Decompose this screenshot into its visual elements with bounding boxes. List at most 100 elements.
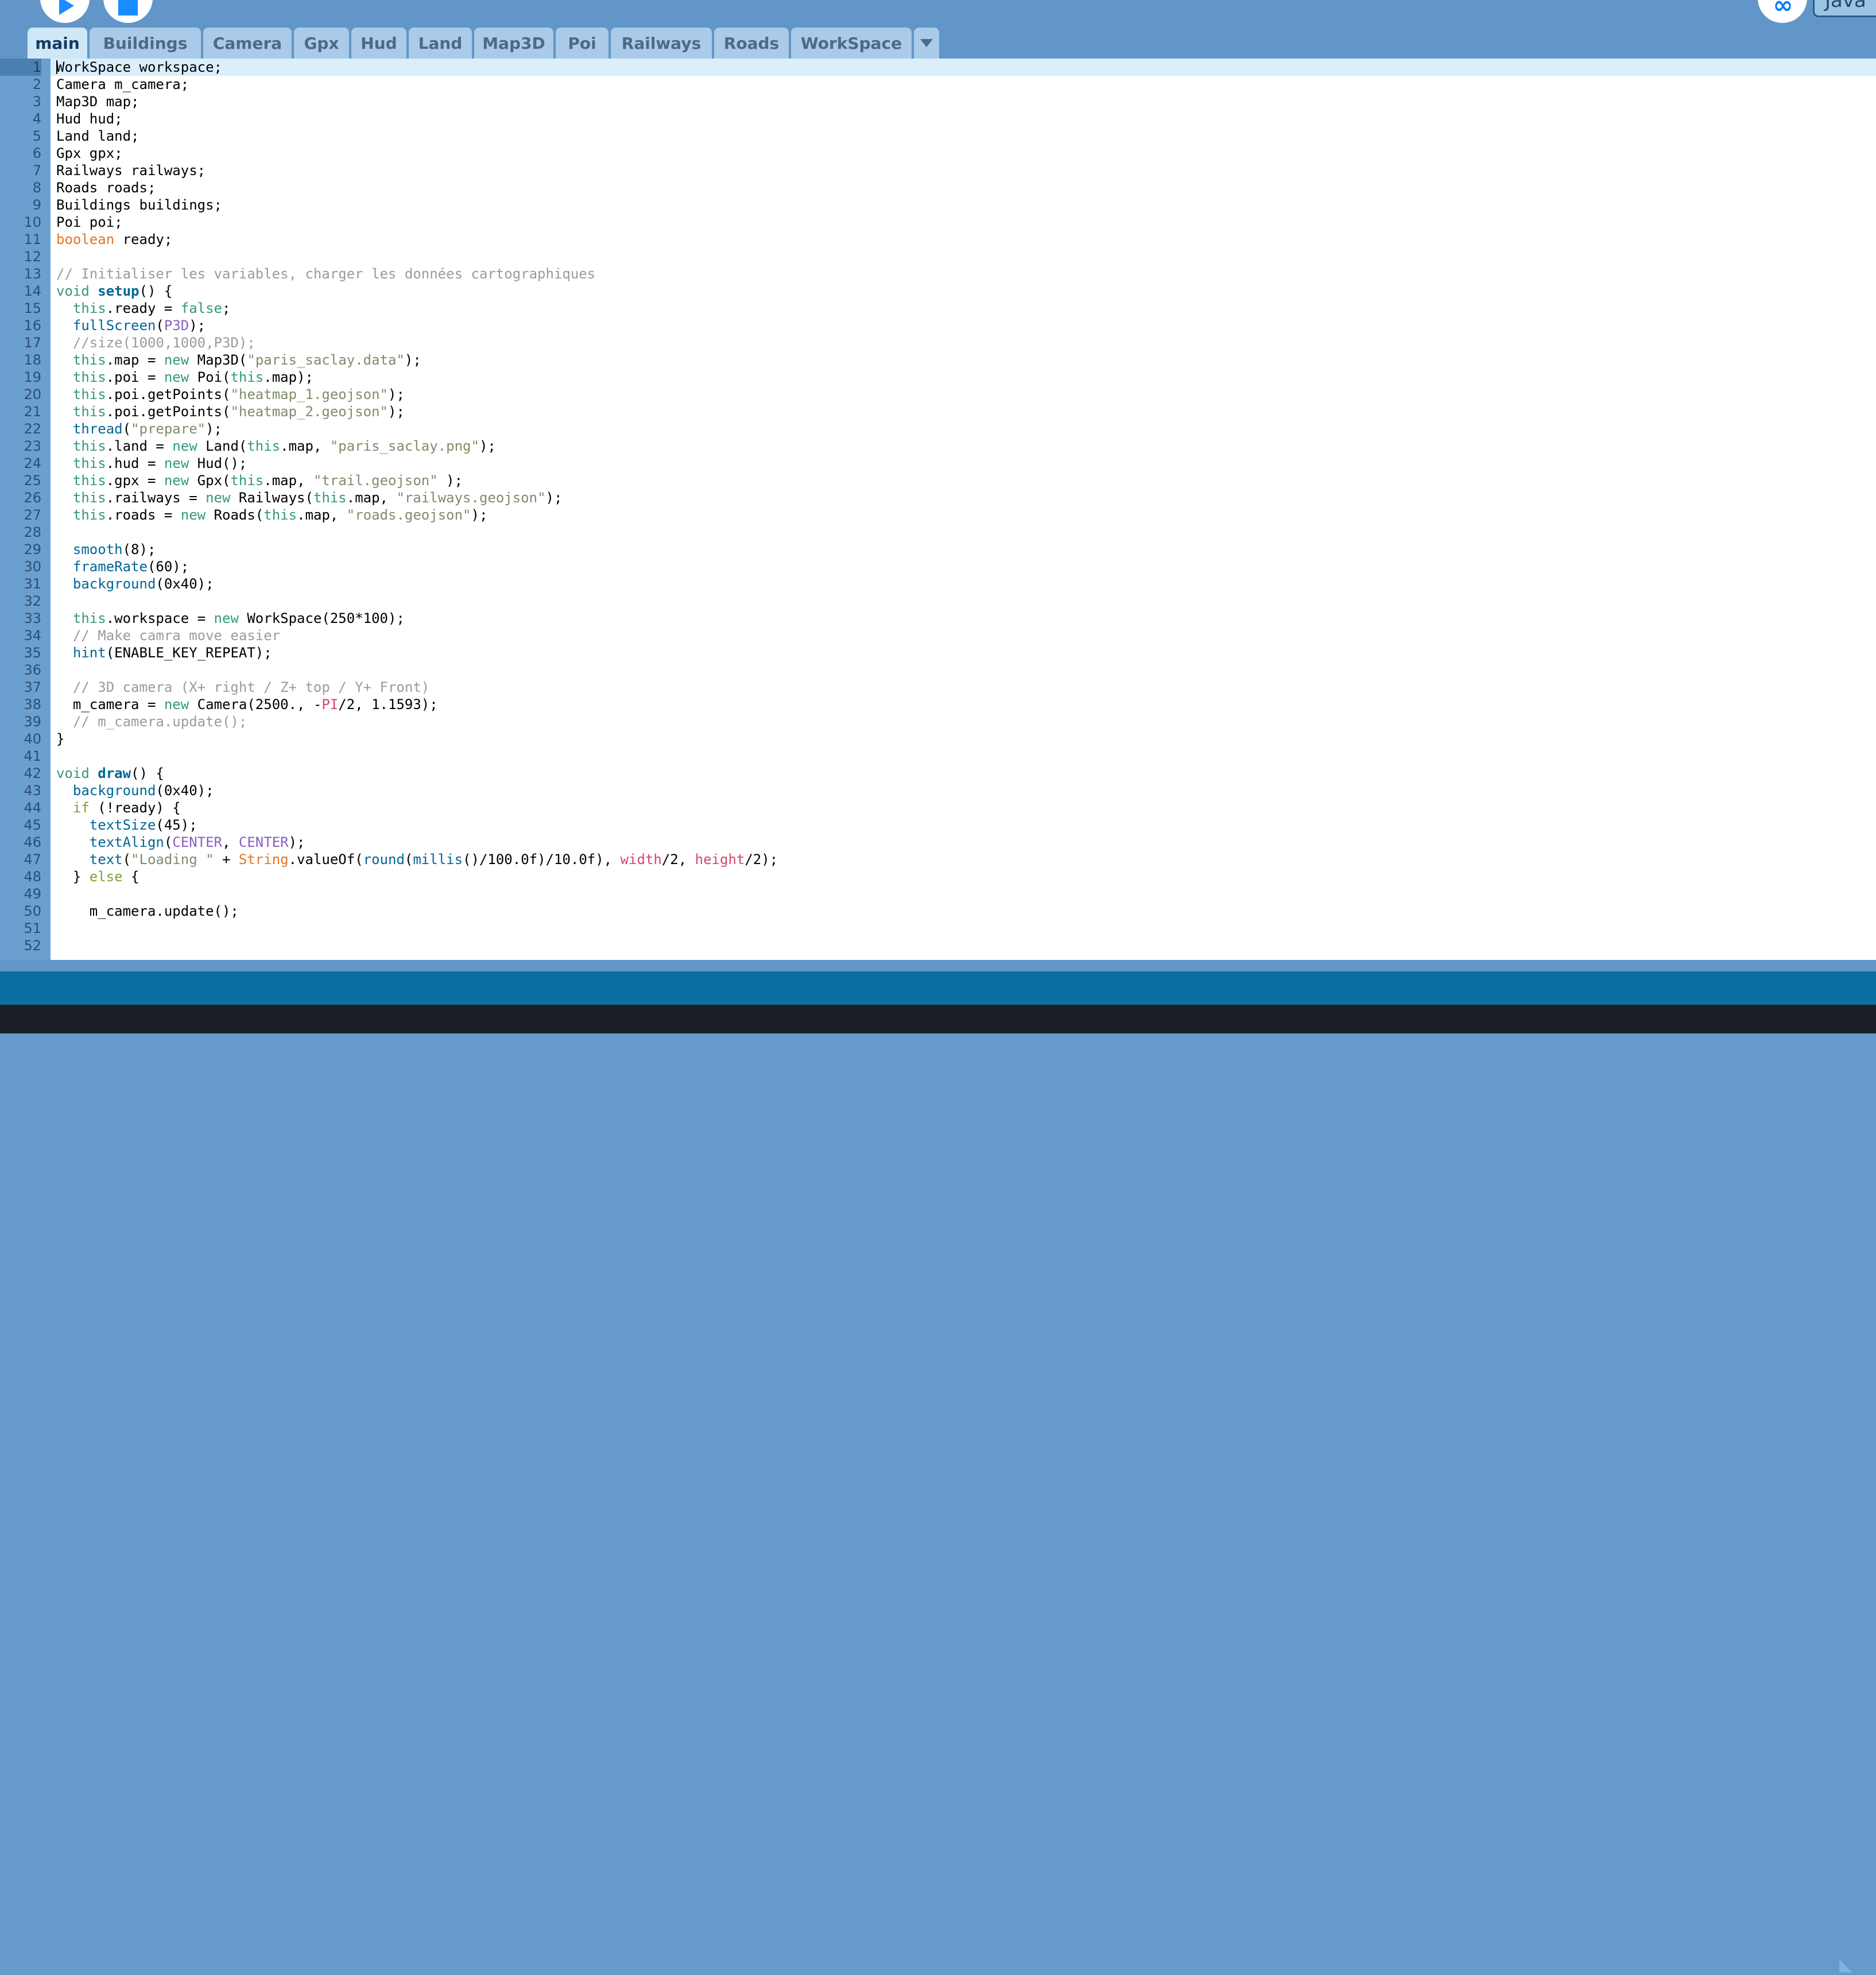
- code-line[interactable]: 40}: [24, 730, 1876, 748]
- code-token: Land land;: [56, 128, 139, 144]
- code-line[interactable]: 3 Map3D map;: [33, 93, 1876, 110]
- run-button[interactable]: [40, 0, 90, 23]
- line-number: 52: [24, 938, 41, 954]
- code-line[interactable]: 9 Buildings buildings;: [33, 196, 1876, 214]
- code-line[interactable]: 1 WorkSpace workspace;: [0, 59, 1876, 76]
- tab-overflow-button[interactable]: [914, 28, 939, 59]
- code-line[interactable]: 19 this.poi = new Poi(this.map);: [24, 369, 1876, 386]
- tab-label: Hud: [361, 33, 397, 53]
- code-line[interactable]: 52: [24, 937, 1876, 954]
- tab-buildings[interactable]: Buildings: [90, 28, 201, 59]
- code-line[interactable]: 14 void setup() {: [24, 282, 1876, 300]
- code-line[interactable]: 15 this.ready = false;: [24, 300, 1876, 317]
- code-line[interactable]: 45 textSize(45);: [24, 816, 1876, 834]
- code-token: (: [164, 834, 173, 850]
- tab-workspace[interactable]: WorkSpace: [791, 28, 912, 59]
- line-number: 45: [24, 817, 41, 833]
- tab-roads[interactable]: Roads: [714, 28, 789, 59]
- code-token: this: [72, 455, 106, 471]
- code-line[interactable]: 24 this.hud = new Hud();: [24, 455, 1876, 472]
- line-number: 49: [24, 886, 41, 902]
- code-line[interactable]: 7 Railways railways;: [33, 162, 1876, 179]
- code-token: this: [72, 352, 106, 368]
- code-line[interactable]: 35 hint(ENABLE_KEY_REPEAT);: [24, 644, 1876, 661]
- code-line[interactable]: 11 boolean ready;: [24, 231, 1876, 248]
- code-line[interactable]: 46 textAlign(CENTER, CENTER);: [24, 834, 1876, 851]
- tab-land[interactable]: Land: [409, 28, 472, 59]
- code-line[interactable]: 38 m_camera = new Camera(2500., -PI/2, 1…: [24, 696, 1876, 713]
- line-number: 22: [24, 421, 41, 437]
- resize-grip-icon[interactable]: ◣: [1839, 1957, 1859, 1974]
- code-line[interactable]: 10 Poi poi;: [24, 214, 1876, 231]
- code-line[interactable]: 6 Gpx gpx;: [33, 145, 1876, 162]
- code-line[interactable]: 8 Roads roads;: [33, 179, 1876, 196]
- code-token: (: [122, 421, 131, 437]
- code-line[interactable]: 20 this.poi.getPoints("heatmap_1.geojson…: [24, 386, 1876, 403]
- code-line[interactable]: 26 this.railways = new Railways(this.map…: [24, 489, 1876, 506]
- code-line[interactable]: 28: [24, 524, 1876, 541]
- code-token: this: [72, 490, 106, 506]
- line-number: 18: [24, 352, 41, 368]
- debugger-button[interactable]: ∞: [1758, 0, 1807, 23]
- code-line-text: this.poi = new Poi(this.map);: [51, 369, 313, 386]
- code-line[interactable]: 44 if (!ready) {: [24, 799, 1876, 816]
- code-line[interactable]: 23 this.land = new Land(this.map, "paris…: [24, 437, 1876, 455]
- code-line[interactable]: 31 background(0x40);: [24, 575, 1876, 592]
- code-line[interactable]: 16 fullScreen(P3D);: [24, 317, 1876, 334]
- code-line-text: m_camera.update();: [51, 903, 239, 920]
- code-line[interactable]: 48 } else {: [24, 868, 1876, 885]
- mode-dropdown[interactable]: Java: [1813, 0, 1876, 17]
- code-line[interactable]: 37 // 3D camera (X+ right / Z+ top / Y+ …: [24, 679, 1876, 696]
- mode-dropdown-label: Java: [1825, 0, 1866, 12]
- code-line[interactable]: 43 background(0x40);: [24, 782, 1876, 799]
- line-number: 27: [24, 507, 41, 523]
- code-line[interactable]: 30 frameRate(60);: [24, 558, 1876, 575]
- code-line[interactable]: 32: [24, 592, 1876, 610]
- code-line[interactable]: 29 smooth(8);: [24, 541, 1876, 558]
- code-line[interactable]: 25 this.gpx = new Gpx(this.map, "trail.g…: [24, 472, 1876, 489]
- tab-hud[interactable]: Hud: [351, 28, 406, 59]
- tab-label: Camera: [212, 33, 282, 53]
- code-line[interactable]: 42 void draw() {: [24, 765, 1876, 782]
- stop-button[interactable]: [103, 0, 153, 23]
- tab-camera[interactable]: Camera: [203, 28, 292, 59]
- code-line[interactable]: 17 //size(1000,1000,P3D);: [24, 334, 1876, 351]
- code-line[interactable]: 2 Camera m_camera;: [33, 76, 1876, 93]
- code-token: Gpx gpx;: [56, 145, 123, 161]
- tab-railways[interactable]: Railways: [611, 28, 712, 59]
- code-line[interactable]: 13 // Initialiser les variables, charger …: [24, 265, 1876, 282]
- code-token: "roads.geojson": [346, 507, 471, 523]
- code-editor[interactable]: 1 WorkSpace workspace; 2 Camera m_camera; 3 M…: [0, 59, 1876, 960]
- code-line[interactable]: 50 m_camera.update();: [24, 903, 1876, 920]
- tab-map3d[interactable]: Map3D: [474, 28, 553, 59]
- code-token: this: [72, 386, 106, 402]
- code-line[interactable]: 5 Land land;: [33, 127, 1876, 145]
- code-line[interactable]: 47 text("Loading " + String.valueOf(roun…: [24, 851, 1876, 868]
- tab-poi[interactable]: Poi: [556, 28, 608, 59]
- code-line[interactable]: 21 this.poi.getPoints("heatmap_2.geojson…: [24, 403, 1876, 420]
- code-token: this: [72, 610, 106, 626]
- code-token: new: [164, 696, 189, 712]
- code-line[interactable]: 12: [24, 248, 1876, 265]
- code-line[interactable]: 41: [24, 748, 1876, 765]
- code-token: .poi.getPoints(: [106, 386, 231, 402]
- code-line[interactable]: 51: [24, 920, 1876, 937]
- code-line[interactable]: 27 this.roads = new Roads(this.map, "roa…: [24, 506, 1876, 524]
- code-line[interactable]: 4 Hud hud;: [33, 110, 1876, 127]
- tab-gpx[interactable]: Gpx: [294, 28, 349, 59]
- code-text-area[interactable]: 1 WorkSpace workspace; 2 Camera m_camera; 3 M…: [0, 59, 1876, 960]
- code-line[interactable]: 39 // m_camera.update();: [24, 713, 1876, 730]
- tab-main[interactable]: main: [28, 28, 87, 59]
- code-token: new: [214, 610, 239, 626]
- code-line[interactable]: 36: [24, 661, 1876, 679]
- console-toolbar[interactable]: ◣: [0, 971, 1876, 1974]
- code-line[interactable]: 34 // Make camra move easier: [24, 627, 1876, 644]
- line-number: 7: [32, 162, 41, 179]
- code-line[interactable]: 33 this.workspace = new WorkSpace(250*10…: [24, 610, 1876, 627]
- code-line[interactable]: 18 this.map = new Map3D("paris_saclay.da…: [24, 351, 1876, 369]
- code-line[interactable]: 49: [24, 885, 1876, 903]
- code-token: );: [288, 834, 305, 850]
- code-line-text: textAlign(CENTER, CENTER);: [51, 834, 305, 851]
- code-line[interactable]: 22 thread("prepare");: [24, 420, 1876, 437]
